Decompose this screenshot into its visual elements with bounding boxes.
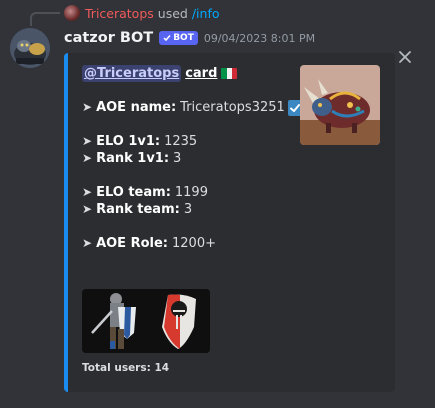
bot-avatar[interactable] xyxy=(10,28,50,68)
field-value: 1199 xyxy=(174,185,208,200)
field-label: Rank 1v1: xyxy=(96,151,170,166)
embed-body: @Triceratops card ➤ AOE name: Triceratop… xyxy=(82,65,302,252)
field-label: AOE name: xyxy=(96,100,177,115)
field-label: ELO 1v1: xyxy=(96,134,161,149)
field-value: 3 xyxy=(173,151,182,166)
message-header: catzor BOT BOT 09/04/2023 8:01 PM xyxy=(64,28,315,48)
arrow-icon: ➤ xyxy=(82,151,93,165)
arrow-icon: ➤ xyxy=(82,202,93,216)
embed-title-word: card xyxy=(185,66,218,81)
bot-tag: BOT xyxy=(159,31,198,45)
italy-flag-icon xyxy=(221,68,238,79)
arrow-icon: ➤ xyxy=(82,100,93,114)
field-value: 1200+ xyxy=(172,236,216,251)
reply-used-text: used xyxy=(157,5,188,21)
field-value: Triceratops3251 xyxy=(180,100,285,115)
user-mention[interactable]: @Triceratops xyxy=(82,65,182,82)
field-elo-1v1: ➤ ELO 1v1: 1235 xyxy=(82,133,302,150)
embed-thumbnail[interactable] xyxy=(300,65,380,145)
reply-context[interactable]: Triceratops used /info xyxy=(64,4,220,22)
message-timestamp: 09/04/2023 8:01 PM xyxy=(203,31,316,45)
field-elo-team: ➤ ELO team: 1199 xyxy=(82,184,302,201)
field-rank-1v1: ➤ Rank 1v1: 3 xyxy=(82,150,302,167)
reply-username[interactable]: Triceratops xyxy=(85,6,154,21)
arrow-icon: ➤ xyxy=(82,236,93,250)
embed-title: @Triceratops card xyxy=(82,65,302,82)
reply-connector-line xyxy=(30,12,60,26)
embed-footer: Total users: 14 xyxy=(82,362,170,374)
arrow-icon: ➤ xyxy=(82,185,93,199)
reply-command[interactable]: /info xyxy=(192,6,220,21)
embed-image[interactable] xyxy=(82,289,210,353)
field-aoe-role: ➤ AOE Role: 1200+ xyxy=(82,235,302,252)
field-label: AOE Role: xyxy=(96,236,168,251)
reply-avatar[interactable] xyxy=(64,5,80,21)
field-value: 1235 xyxy=(164,134,198,149)
close-icon[interactable] xyxy=(398,49,412,63)
bot-tag-label: BOT xyxy=(173,33,194,43)
checkmark-icon xyxy=(163,35,171,42)
field-label: ELO team: xyxy=(96,185,171,200)
arrow-icon: ➤ xyxy=(82,134,93,148)
field-value: 3 xyxy=(183,202,193,217)
field-rank-team: ➤ Rank team: 3 xyxy=(82,201,302,218)
field-label: Rank team: xyxy=(96,202,180,217)
embed-card: @Triceratops card ➤ AOE name: Triceratop… xyxy=(64,53,395,392)
field-aoe-name: ➤ AOE name: Triceratops3251 xyxy=(82,99,302,116)
author-name[interactable]: catzor BOT xyxy=(64,30,153,46)
